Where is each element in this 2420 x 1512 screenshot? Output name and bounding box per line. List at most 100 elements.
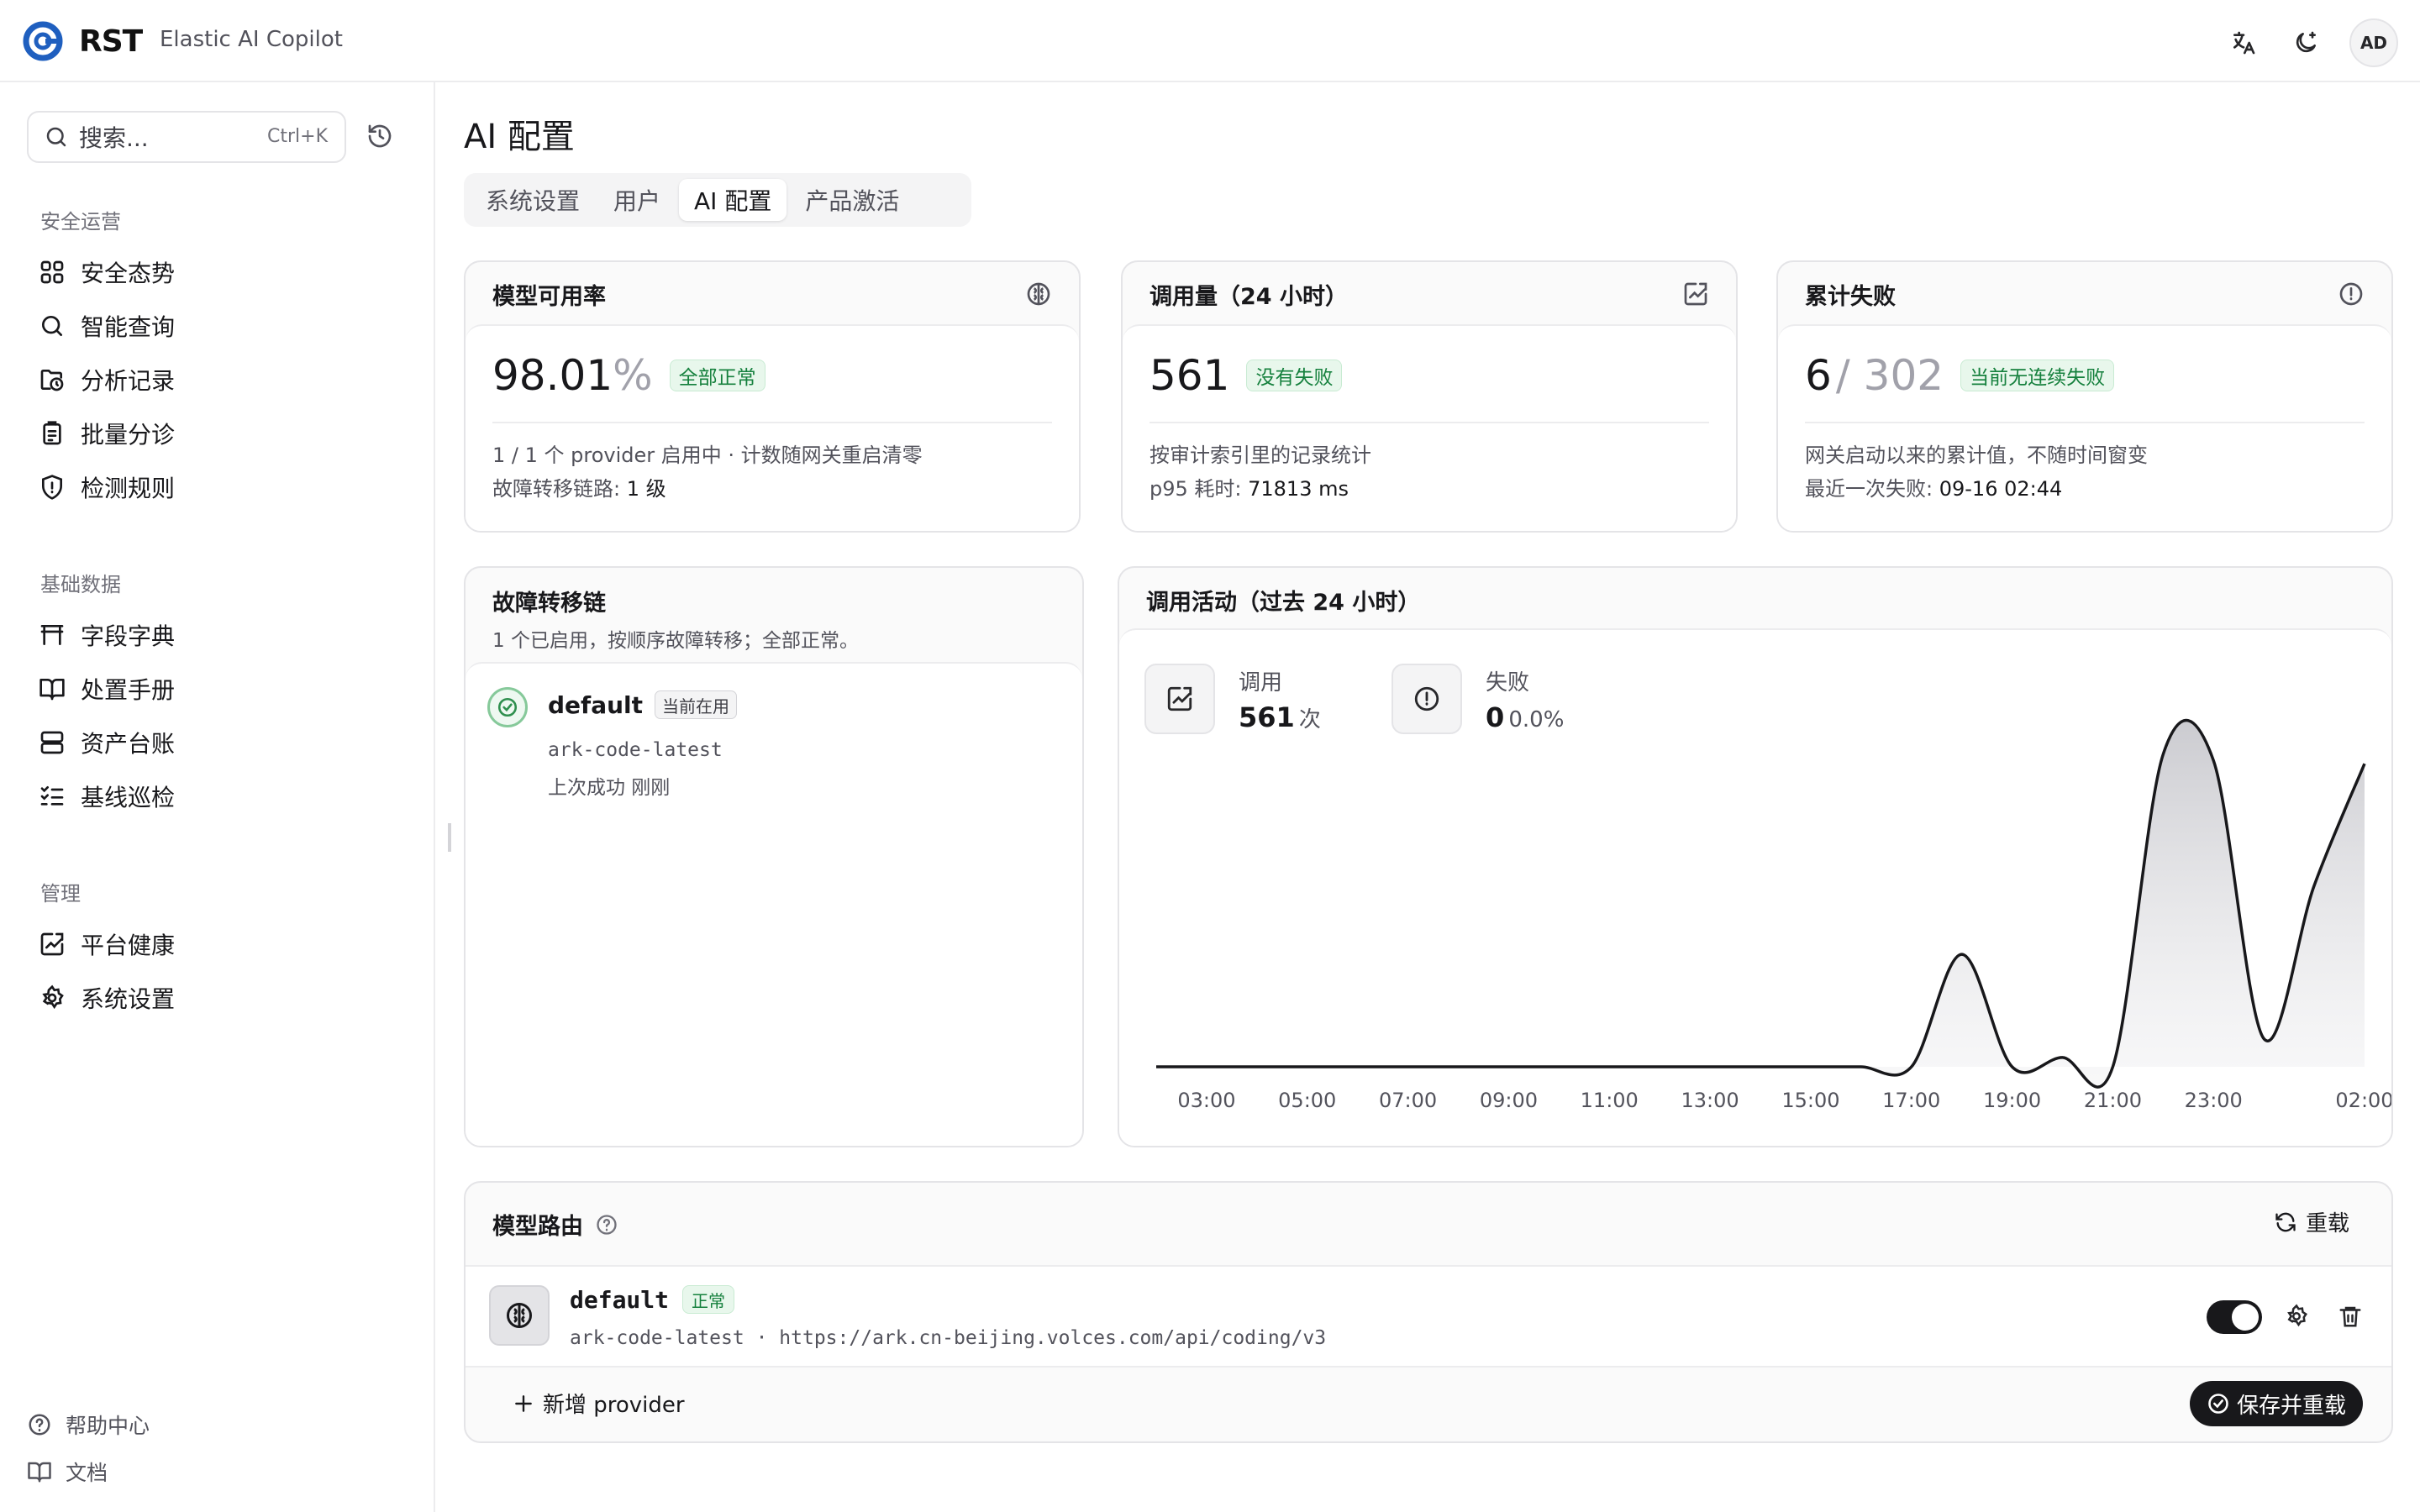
failures-value: 6 (1805, 351, 1832, 400)
card-title: 累计失败 (1805, 283, 1896, 310)
activity-card: 调用活动（过去 24 小时） 调用 561 次 失败 0 0.0% 03:00 … (1118, 566, 2393, 1147)
gear-icon (42, 984, 64, 1010)
sidebar-resize-handle[interactable] (448, 823, 451, 852)
reload-button[interactable]: 重载 (2274, 1206, 2349, 1237)
sidebar-item-batch-triage[interactable]: 批量分诊 (39, 413, 392, 454)
provider-name: default (548, 690, 644, 719)
tab-system-settings[interactable]: 系统设置 (471, 179, 595, 221)
sidebar-item-label: 分析记录 (81, 367, 176, 395)
provider-enabled-toggle[interactable] (2207, 1300, 2262, 1334)
sidebar-item-label: 处置手册 (81, 676, 176, 704)
provider-endpoint: https://ark.cn-beijing.volces.com/api/co… (779, 1327, 1327, 1349)
page-title: AI 配置 (464, 118, 575, 156)
failures-total: / 302 (1835, 351, 1944, 400)
separator: · (755, 1327, 768, 1349)
model-routing-card: 模型路由 重载 default 正常 ark-code-latest · htt… (464, 1181, 2393, 1443)
search-placeholder: 搜索... (79, 124, 149, 152)
x-tick-label: 09:00 (1480, 1089, 1538, 1112)
card-title: 调用量（24 小时） (1150, 283, 1348, 310)
docs-link[interactable]: 文档 (27, 1457, 108, 1487)
provider-row: default 正常 ark-code-latest · https://ark… (466, 1265, 2391, 1368)
x-tick-label: 11:00 (1581, 1089, 1639, 1112)
sidebar-item-system-settings[interactable]: 系统设置 (39, 978, 392, 1018)
provider-model: ark-code-latest (570, 1327, 744, 1349)
chart-area-fill (1156, 720, 2365, 1088)
sidebar-item-analysis-records[interactable]: 分析记录 (39, 360, 392, 400)
logo-mark-icon (23, 21, 63, 61)
sidebar-item-label: 安全态势 (81, 260, 176, 287)
sidebar-item-platform-health[interactable]: 平台健康 (39, 924, 392, 964)
x-tick-label: 19:00 (1983, 1089, 2041, 1112)
history-icon[interactable] (366, 123, 393, 150)
tab-product-activation[interactable]: 产品激活 (790, 179, 914, 221)
search-input[interactable]: 搜索... Ctrl+K (27, 111, 346, 163)
top-bar: RST Elastic AI Copilot AD (0, 0, 2420, 82)
x-tick-label: 17:00 (1882, 1089, 1940, 1112)
card-title: 调用活动（过去 24 小时） (1146, 589, 1421, 616)
availability-value: 98.01 (492, 351, 613, 400)
calls-value: 561 (1150, 351, 1230, 400)
table-icon (40, 625, 64, 645)
dashboard-icon (40, 260, 64, 284)
tab-users[interactable]: 用户 (598, 179, 676, 221)
check-circle-icon (2208, 1394, 2228, 1414)
x-tick-label: 07:00 (1379, 1089, 1437, 1112)
add-provider-button[interactable]: 新增 provider (513, 1388, 685, 1419)
status-badge: 没有失败 (1246, 360, 1343, 391)
shield-alert-icon (42, 475, 62, 500)
alert-circle-icon (2339, 282, 2363, 306)
x-tick-label: 23:00 (2185, 1089, 2243, 1112)
sidebar-item-field-dictionary[interactable]: 字段字典 (39, 615, 392, 655)
trash-icon[interactable] (2338, 1304, 2363, 1329)
logo[interactable]: RST (22, 18, 143, 64)
x-tick-label: 15:00 (1781, 1089, 1839, 1112)
status-badge: 正常 (682, 1285, 735, 1314)
avatar[interactable]: AD (2349, 18, 2398, 67)
failover-chain-card: 故障转移链 1 个已启用，按顺序故障转移；全部正常。 default 当前在用 … (464, 566, 1084, 1147)
refresh-icon (2275, 1212, 2296, 1231)
last-failure-label: 最近一次失败: (1805, 477, 1939, 501)
sidebar-item-asset-ledger[interactable]: 资产台账 (39, 722, 392, 763)
status-badge: 全部正常 (669, 360, 765, 391)
server-icon (40, 731, 64, 754)
help-center-link[interactable]: 帮助中心 (27, 1410, 150, 1440)
search-shortcut: Ctrl+K (266, 126, 328, 147)
p95-value: 71813 ms (1248, 477, 1349, 501)
availability-desc: 1 / 1 个 provider 启用中 · 计数随网关重启清零 (492, 444, 923, 467)
x-tick-label: 13:00 (1681, 1089, 1739, 1112)
sidebar: 搜索... Ctrl+K 安全运营 安全态势 智能查询 分析记录 批量分诊 检测… (0, 82, 435, 1512)
gear-icon[interactable] (2284, 1304, 2309, 1329)
tab-ai-config[interactable]: AI 配置 (679, 179, 787, 221)
sidebar-item-detection-rules[interactable]: 检测规则 (39, 467, 392, 507)
book-open-icon (39, 679, 65, 701)
sidebar-item-security-posture[interactable]: 安全态势 (39, 252, 392, 292)
check-circle-icon (487, 687, 528, 727)
sidebar-item-label: 基线巡检 (81, 784, 176, 811)
sidebar-item-baseline-check[interactable]: 基线巡检 (39, 776, 392, 816)
sidebar-item-label: 平台健康 (81, 932, 176, 959)
search-icon (42, 316, 62, 336)
availability-unit: % (613, 351, 653, 400)
sidebar-item-label: 资产台账 (81, 730, 176, 758)
help-circle-icon (29, 1414, 50, 1436)
status-badge: 当前无连续失败 (1960, 360, 2115, 391)
dark-mode-icon[interactable] (2287, 24, 2324, 61)
failover-depth-value: 1 级 (626, 477, 666, 501)
sidebar-item-smart-query[interactable]: 智能查询 (39, 306, 392, 346)
sidebar-item-playbook[interactable]: 处置手册 (39, 669, 392, 709)
sidebar-item-label: 字段字典 (81, 622, 176, 650)
nav-group-title: 管理 (40, 882, 81, 906)
activity-chart: 03:00 05:00 07:00 09:00 11:00 13:00 15:00 17:00… (1156, 718, 2391, 1112)
settings-tabs: 系统设置 用户 AI 配置 产品激活 (464, 173, 971, 227)
last-failure-value: 09-16 02:44 (1939, 477, 2063, 501)
clipboard-icon (43, 421, 61, 445)
save-and-reload-button[interactable]: 保存并重载 (2189, 1381, 2363, 1426)
provider-model: ark-code-latest (548, 739, 723, 761)
divider (1150, 422, 1709, 423)
failures-card: 累计失败 6 / 302 当前无连续失败 网关启动以来的累计值，不随时间窗变 最… (1776, 260, 2393, 533)
provider-name: default (570, 1285, 670, 1314)
help-circle-icon[interactable] (595, 1213, 618, 1236)
translate-icon[interactable] (2225, 24, 2262, 61)
failover-depth-label: 故障转移链路: (492, 477, 627, 501)
plus-icon (515, 1394, 532, 1412)
